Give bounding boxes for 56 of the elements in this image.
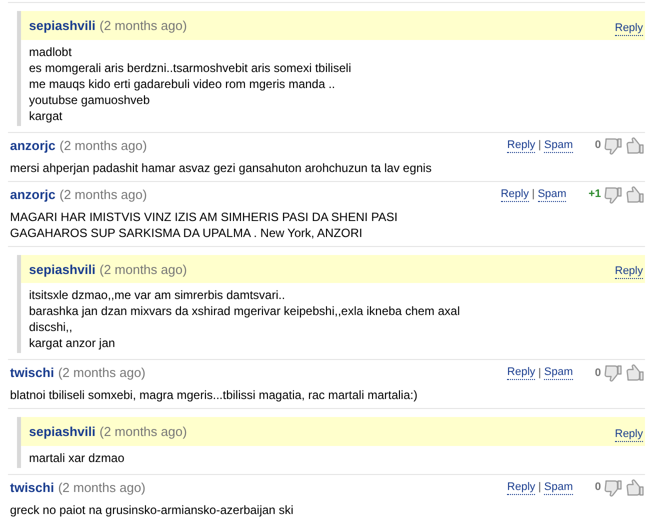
comment-text: mersi ahperjan padashit hamar asvaz gezi gansahuton arohchuzun ta lav egnis: [10, 160, 433, 176]
timestamp: (2 months ago): [60, 136, 147, 155]
username-link[interactable]: anzorjc: [10, 184, 56, 204]
comment-text: itsitsxle dzmao,,me var am simrerbis damtsvari..: [29, 287, 286, 303]
vote-score: 0: [594, 480, 601, 496]
username-link[interactable]: sepiashvili: [29, 260, 96, 279]
comment-text: GAGAHAROS SUP SARKISMA DA UPALMA . New York, ANZORI: [10, 224, 364, 240]
reply-link[interactable]: Reply: [614, 22, 643, 36]
separator: |: [538, 480, 542, 496]
vote-score: 0: [594, 138, 601, 154]
comment-text: MAGARI HAR IMISTVIS VINZ IZIS AM SIMHERIS PASI DA SHENI PASI: [10, 208, 399, 224]
timestamp: (2 months ago): [60, 186, 147, 204]
timestamp: (2 months ago): [99, 423, 187, 441]
comment-text: discshi,,: [29, 319, 74, 335]
reply-link[interactable]: Reply: [614, 428, 643, 442]
timestamp: (2 months ago): [58, 478, 146, 497]
comment-text: kargat: [29, 108, 64, 124]
comment-text: barashka jan dzan mixvars da xshirad mgerivar keipebshi,,exla ikneba chem axal: [29, 303, 461, 319]
thumbs-down-icon[interactable]: [603, 184, 623, 204]
thumbs-down-icon[interactable]: [603, 363, 623, 383]
vote-score: 0: [594, 366, 601, 381]
comment-text: blatnoi tbiliseli somxebi, magra mgeris...tbilissi magatia, rac martali martalia:): [10, 387, 418, 403]
spam-link[interactable]: Spam: [544, 480, 573, 494]
comment-text: me mauqs kido erti gadarebuli video rom mgeris manda ..: [29, 76, 336, 92]
timestamp: (2 months ago): [58, 364, 146, 382]
comment-text: youtubse gamuoshveb: [29, 92, 151, 108]
thumbs-up-icon[interactable]: [625, 478, 645, 498]
comment-text: madlobt: [29, 44, 73, 60]
thumbs-up-icon[interactable]: [625, 363, 645, 383]
comment-text: greck no paiot na grusinsko-armiansko-azerbaijan ski: [10, 502, 294, 518]
reply-link[interactable]: Reply: [507, 138, 536, 152]
username-link[interactable]: sepiashvili: [29, 16, 96, 36]
comment-text: es momgerali aris berdzni..tsarmoshvebit aris somexi tbiliseli: [29, 60, 352, 76]
reply-link[interactable]: Reply: [507, 480, 536, 494]
username-link[interactable]: twischi: [10, 478, 54, 498]
separator: |: [532, 187, 535, 202]
timestamp: (2 months ago): [99, 17, 187, 35]
thumbs-down-icon[interactable]: [603, 136, 623, 156]
thumbs-down-icon[interactable]: [603, 478, 623, 498]
separator: |: [538, 138, 542, 154]
comment-text: martali xar dzmao: [29, 450, 126, 466]
thumbs-up-icon[interactable]: [625, 184, 645, 204]
timestamp: (2 months ago): [99, 260, 187, 279]
username-link[interactable]: twischi: [10, 363, 54, 383]
separator: |: [538, 366, 542, 381]
thumbs-up-icon[interactable]: [625, 136, 645, 156]
spam-link[interactable]: Spam: [544, 138, 573, 152]
username-link[interactable]: sepiashvili: [29, 422, 96, 442]
username-link[interactable]: anzorjc: [10, 136, 56, 156]
spam-link[interactable]: Spam: [538, 188, 566, 202]
vote-score: +1: [588, 187, 601, 202]
reply-link[interactable]: Reply: [500, 188, 529, 202]
spam-link[interactable]: Spam: [544, 366, 573, 380]
reply-link[interactable]: Reply: [614, 265, 643, 279]
reply-link[interactable]: Reply: [507, 366, 536, 380]
comment-text: kargat anzor jan: [29, 335, 116, 351]
